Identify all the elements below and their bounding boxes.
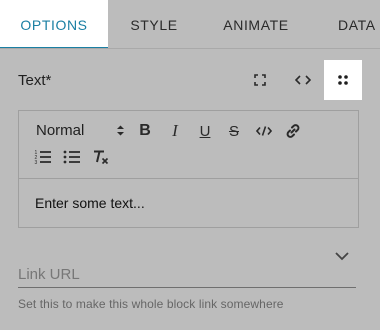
link-button[interactable] (282, 120, 304, 142)
format-select-value: Normal (36, 122, 85, 139)
toolbar-divider (18, 178, 359, 179)
link-icon (286, 124, 300, 138)
tab-style[interactable]: STYLE (108, 0, 200, 48)
text-field-label: Text* (18, 72, 52, 89)
ordered-list-icon: 1 2 3 (35, 150, 51, 165)
underline-button[interactable]: U (194, 120, 216, 142)
ordered-list-button[interactable]: 1 2 3 (32, 146, 54, 168)
italic-button[interactable]: I (164, 120, 186, 142)
drag-handle-button[interactable] (324, 60, 362, 100)
editor-content[interactable]: Enter some text... (35, 195, 145, 211)
code-block-button[interactable] (253, 120, 275, 142)
clear-format-icon (94, 150, 109, 165)
clear-format-button[interactable] (90, 146, 112, 168)
strikethrough-button[interactable]: S (223, 120, 245, 142)
tab-data[interactable]: DATA (312, 0, 380, 48)
code-icon (295, 75, 311, 85)
expand-icon (254, 74, 266, 86)
select-arrows-icon (117, 125, 124, 136)
bullet-list-icon (63, 150, 80, 164)
tab-animate[interactable]: ANIMATE (200, 0, 312, 48)
link-url-input[interactable] (18, 262, 356, 288)
link-url-helper-text: Set this to make this whole block link s… (18, 297, 284, 311)
bullet-list-button[interactable] (61, 146, 83, 168)
expand-button[interactable] (241, 60, 279, 100)
bold-button[interactable]: B (134, 120, 156, 142)
svg-text:3: 3 (35, 160, 38, 165)
code-view-button[interactable] (284, 60, 322, 100)
code-slash-icon (256, 126, 272, 136)
drag-handle-icon (338, 75, 348, 85)
tab-options[interactable]: OPTIONS (0, 0, 108, 49)
format-select[interactable]: Normal (36, 121, 128, 141)
tabs-divider (0, 48, 380, 49)
chevron-down-icon[interactable] (333, 249, 351, 263)
